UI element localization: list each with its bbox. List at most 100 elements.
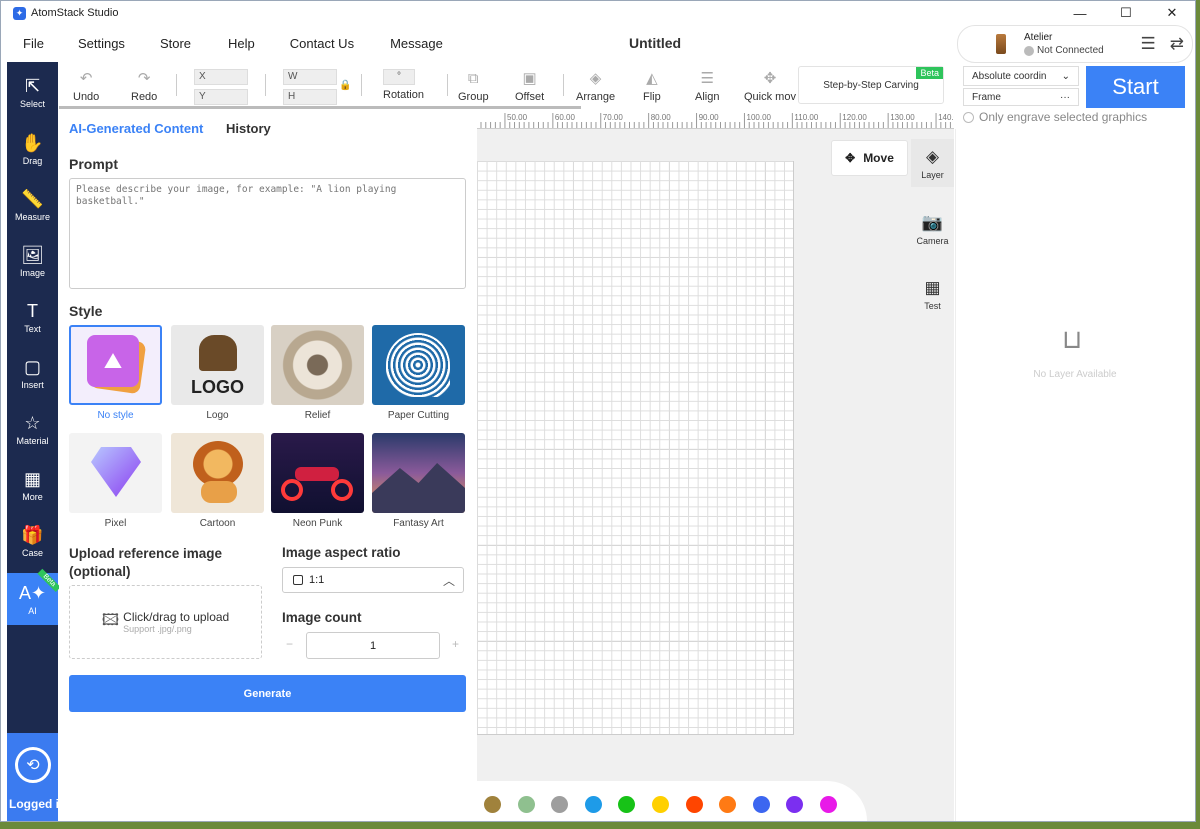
palette-color-swatch[interactable] <box>752 796 770 813</box>
style-neon-punk[interactable]: Neon Punk <box>271 433 364 533</box>
rotation-label: Rotation <box>383 89 424 101</box>
style-logo[interactable]: LOGO Logo <box>171 325 264 425</box>
ruler-tick-label: 70.00 <box>603 113 624 122</box>
decrement-button[interactable]: − <box>286 637 293 651</box>
nav-text[interactable]: T Text <box>7 291 58 343</box>
tab-ai-generated-content[interactable]: AI-Generated Content <box>69 121 203 136</box>
nav-select[interactable]: ⇱ Select <box>7 66 58 118</box>
move-button[interactable]: ✥ Move <box>831 140 908 176</box>
group-icon: ⧉ <box>467 70 479 87</box>
no-style-thumbnail: ⛰ <box>69 325 162 405</box>
prompt-input[interactable] <box>69 178 466 289</box>
redo-button[interactable]: ↷ Redo <box>131 62 157 108</box>
device-connection-panel[interactable]: Atelier Not Connected ☰ ⇄ <box>957 25 1193 63</box>
radio-icon[interactable] <box>963 111 974 123</box>
x-input[interactable]: X <box>194 69 248 85</box>
canvas-area[interactable]: 50.00 60.00 70.00 80.00 90.00 100.00 110.00 120… <box>477 109 954 821</box>
title-bar: ✦ AtomStack Studio — ☐ ✕ <box>1 1 1195 25</box>
nav-measure[interactable]: 📏 Measure <box>7 179 58 231</box>
palette-color-swatch[interactable] <box>584 796 602 813</box>
palette-color-swatch[interactable] <box>820 796 837 813</box>
pixel-thumbnail <box>69 433 162 513</box>
palette-color-swatch[interactable] <box>786 796 804 813</box>
gift-icon: 🎁 <box>21 524 44 545</box>
no-layer-message: No Layer Available <box>1033 369 1117 380</box>
menu-store[interactable]: Store <box>160 36 191 51</box>
ai-panel: AI-Generated Content History Prompt Styl… <box>59 109 477 821</box>
ruler-tick-label: 80.00 <box>651 113 672 122</box>
atomstack-logo-icon: ⟲ <box>15 747 51 783</box>
style-no-style[interactable]: ⛰ No style <box>69 325 162 425</box>
height-input[interactable]: H <box>283 89 337 105</box>
menu-contact-us[interactable]: Contact Us <box>290 36 354 51</box>
nav-drag[interactable]: ✋ Drag <box>7 123 58 175</box>
prompt-label: Prompt <box>69 156 118 172</box>
style-fantasy-art[interactable]: Fantasy Art <box>372 433 465 533</box>
app-title: AtomStack Studio <box>31 7 119 19</box>
generate-button[interactable]: Generate <box>69 675 466 712</box>
undo-button[interactable]: ↶ Undo <box>73 62 99 108</box>
aspect-ratio-select[interactable]: 1:1 ︿ <box>282 567 464 593</box>
nav-more[interactable]: ▦ More <box>7 459 58 511</box>
step-by-step-carving-button[interactable]: Step-by-Step Carving Beta <box>798 66 944 104</box>
tab-history[interactable]: History <box>226 121 271 136</box>
palette-color-swatch[interactable] <box>517 796 535 813</box>
grid-icon: ▦ <box>23 468 41 489</box>
upload-label: Upload reference image (optional) <box>69 546 223 579</box>
login-area[interactable]: ⟲ Logged in <box>7 733 66 821</box>
frame-select[interactable]: Frame ··· <box>963 88 1079 106</box>
palette-color-swatch[interactable] <box>719 796 737 813</box>
maximize-button[interactable]: ☐ <box>1103 1 1149 25</box>
menu-file[interactable]: File <box>23 36 44 51</box>
text-icon: T <box>27 300 38 321</box>
work-grid[interactable] <box>477 161 794 735</box>
test-tool[interactable]: ▦ Test <box>911 270 954 318</box>
lock-ratio-icon[interactable]: 🔒 <box>339 80 351 91</box>
cursor-icon: ⇱ <box>24 75 41 96</box>
logo-thumbnail: LOGO <box>171 325 264 405</box>
style-cartoon[interactable]: Cartoon <box>171 433 264 533</box>
menu-help[interactable]: Help <box>228 36 255 51</box>
menu-settings[interactable]: Settings <box>78 36 125 51</box>
align-button[interactable]: ☰ Align <box>695 62 719 108</box>
width-input[interactable]: W <box>283 69 337 85</box>
y-input[interactable]: Y <box>194 89 248 105</box>
only-engrave-selected-option[interactable]: Only engrave selected graphics <box>963 110 1147 124</box>
color-palette <box>477 781 867 821</box>
start-button[interactable]: Start <box>1086 66 1185 108</box>
ruler-tick-label: 60.00 <box>555 113 576 122</box>
style-relief[interactable]: Relief <box>271 325 364 425</box>
device-settings-sliders-icon[interactable]: ☰ <box>1141 34 1156 54</box>
palette-color-swatch[interactable] <box>685 796 703 813</box>
palette-color-swatch[interactable] <box>652 796 669 813</box>
style-label: Style <box>69 303 103 319</box>
palette-color-swatch[interactable] <box>551 796 569 813</box>
flip-button[interactable]: ◭ Flip <box>643 62 661 108</box>
camera-tool[interactable]: 📷 Camera <box>911 205 954 253</box>
style-paper-cutting[interactable]: Paper Cutting <box>372 325 465 425</box>
star-icon: ☆ <box>24 412 41 433</box>
palette-color-swatch[interactable] <box>618 796 636 813</box>
layers-icon: ◈ <box>925 146 940 166</box>
coordinate-mode-select[interactable]: Absolute coordin ⌄ <box>963 66 1079 86</box>
palette-color-swatch[interactable] <box>484 796 501 813</box>
upload-dropzone[interactable]: 🖾 Click/drag to upload Support .jpg/.png <box>69 585 262 659</box>
close-button[interactable]: ✕ <box>1149 1 1195 25</box>
style-pixel[interactable]: Pixel <box>69 433 162 533</box>
offset-button[interactable]: ▣ Offset <box>515 62 544 108</box>
nav-ai[interactable]: Beta A✦ AI <box>7 568 61 625</box>
nav-material[interactable]: ☆ Material <box>7 403 58 455</box>
layer-tool[interactable]: ◈ Layer <box>911 139 954 187</box>
arrange-button[interactable]: ◈ Arrange <box>576 62 615 108</box>
group-button[interactable]: ⧉ Group <box>458 62 489 108</box>
increment-button[interactable]: + <box>452 637 459 651</box>
nav-image[interactable]: 🖼 Image <box>7 235 58 287</box>
image-count-input[interactable]: 1 <box>306 632 440 659</box>
quick-move-button[interactable]: ✥ Quick mov <box>744 62 796 108</box>
menu-message[interactable]: Message <box>390 36 443 51</box>
minimize-button[interactable]: — <box>1057 1 1103 25</box>
nav-insert[interactable]: ▢ Insert <box>7 347 58 399</box>
upload-image-icon: 🖾 <box>101 611 120 629</box>
nav-case[interactable]: 🎁 Case <box>7 515 58 567</box>
switch-device-icon[interactable]: ⇄ <box>1170 34 1184 54</box>
